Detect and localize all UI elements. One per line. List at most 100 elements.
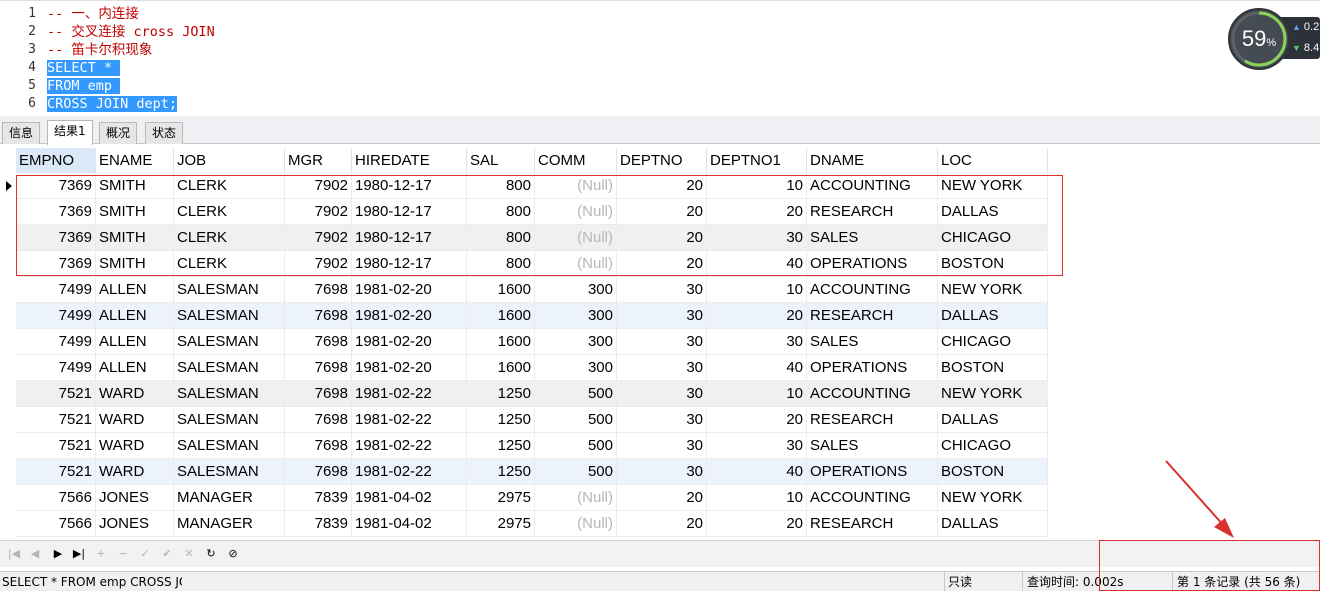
tab-profile[interactable]: 概况 [99,122,138,144]
table-cell[interactable]: SALESMAN [174,355,285,381]
sql-editor[interactable]: 1 2 3 4 5 6 -- 一、内连接 -- 交叉连接 cross JOIN … [0,0,1320,116]
apply-changes-icon[interactable]: ✔ [159,546,175,562]
table-cell[interactable]: 7566 [16,511,96,537]
table-cell[interactable]: 1981-02-20 [352,355,467,381]
table-cell[interactable]: 20 [617,225,707,251]
table-cell[interactable]: 7698 [285,407,352,433]
table-cell[interactable]: 20 [617,251,707,277]
code-line-selected[interactable]: SELECT * [47,59,215,77]
column-header-comm[interactable]: COMM [535,148,617,173]
table-cell[interactable]: 1981-02-20 [352,303,467,329]
table-row[interactable]: 7369 SMITH CLERK 7902 1980-12-17 800 (Null) 20 2… [16,199,1048,225]
table-cell[interactable]: 1980-12-17 [352,251,467,277]
table-cell[interactable]: 1980-12-17 [352,225,467,251]
last-record-icon[interactable]: ▶| [71,546,87,562]
table-cell[interactable]: CHICAGO [938,329,1048,355]
table-cell[interactable]: 1600 [467,277,535,303]
table-cell[interactable]: 30 [617,277,707,303]
table-cell[interactable]: 20 [617,485,707,511]
table-cell[interactable]: ACCOUNTING [807,381,938,407]
table-cell[interactable]: SMITH [96,199,174,225]
table-cell[interactable]: 20 [617,173,707,199]
table-cell[interactable]: 1600 [467,355,535,381]
table-cell[interactable]: JONES [96,485,174,511]
table-cell[interactable]: (Null) [535,225,617,251]
table-cell[interactable]: 30 [617,355,707,381]
table-cell[interactable]: 30 [617,459,707,485]
tab-status[interactable]: 状态 [145,122,184,144]
table-cell[interactable]: 7499 [16,277,96,303]
table-cell[interactable]: 40 [707,459,807,485]
table-cell[interactable]: SALES [807,329,938,355]
table-cell[interactable]: 1981-02-20 [352,329,467,355]
table-row[interactable]: 7521 WARD SALESMAN 7698 1981-02-22 1250 500 30 4… [16,459,1048,485]
table-cell[interactable]: 10 [707,277,807,303]
table-row[interactable]: 7499 ALLEN SALESMAN 7698 1981-02-20 1600 300 30… [16,277,1048,303]
table-cell[interactable]: 20 [707,511,807,537]
table-cell[interactable]: 7698 [285,277,352,303]
table-row[interactable]: 7499 ALLEN SALESMAN 7698 1981-02-20 1600 300 30… [16,355,1048,381]
delete-record-icon[interactable]: − [115,546,131,562]
table-cell[interactable]: 7902 [285,225,352,251]
table-row[interactable]: 7499 ALLEN SALESMAN 7698 1981-02-20 1600 300 30… [16,303,1048,329]
table-cell[interactable]: (Null) [535,251,617,277]
table-cell[interactable]: 1250 [467,407,535,433]
table-cell[interactable]: RESEARCH [807,199,938,225]
table-cell[interactable]: ACCOUNTING [807,173,938,199]
table-cell[interactable]: 1981-02-20 [352,277,467,303]
table-cell[interactable]: 20 [707,199,807,225]
table-cell[interactable]: 7566 [16,485,96,511]
table-cell[interactable]: 7521 [16,459,96,485]
table-cell[interactable]: 10 [707,381,807,407]
tab-result1[interactable]: 结果1 [47,120,93,145]
table-cell[interactable]: 7499 [16,329,96,355]
table-cell[interactable]: SALESMAN [174,459,285,485]
table-cell[interactable]: 1981-04-02 [352,485,467,511]
table-cell[interactable]: 30 [617,433,707,459]
table-cell[interactable]: DALLAS [938,511,1048,537]
table-cell[interactable]: SALESMAN [174,433,285,459]
table-cell[interactable]: RESEARCH [807,407,938,433]
next-record-icon[interactable]: ▶ [50,546,66,562]
table-cell[interactable]: WARD [96,407,174,433]
table-cell[interactable]: NEW YORK [938,277,1048,303]
table-cell[interactable]: ALLEN [96,329,174,355]
table-cell[interactable]: 1980-12-17 [352,173,467,199]
table-cell[interactable]: 10 [707,173,807,199]
table-cell[interactable]: RESEARCH [807,511,938,537]
discard-changes-icon[interactable]: ✕ [181,546,197,562]
table-cell[interactable]: CLERK [174,251,285,277]
column-header-loc[interactable]: LOC [938,148,1048,173]
table-cell[interactable]: OPERATIONS [807,459,938,485]
stop-icon[interactable]: ⊘ [225,546,241,562]
table-cell[interactable]: 7521 [16,407,96,433]
table-cell[interactable]: OPERATIONS [807,251,938,277]
table-cell[interactable]: 7499 [16,355,96,381]
table-cell[interactable]: 20 [707,407,807,433]
table-cell[interactable]: 1981-02-22 [352,381,467,407]
table-cell[interactable]: 30 [617,303,707,329]
table-cell[interactable]: RESEARCH [807,303,938,329]
table-cell[interactable]: 500 [535,381,617,407]
table-cell[interactable]: 1981-02-22 [352,407,467,433]
table-cell[interactable]: (Null) [535,199,617,225]
table-row[interactable]: 7566 JONES MANAGER 7839 1981-04-02 2975 (Null)… [16,511,1048,537]
table-cell[interactable]: JONES [96,511,174,537]
table-cell[interactable]: 300 [535,355,617,381]
table-cell[interactable]: 300 [535,303,617,329]
table-cell[interactable]: NEW YORK [938,381,1048,407]
column-header-hiredate[interactable]: HIREDATE [352,148,467,173]
table-cell[interactable]: BOSTON [938,251,1048,277]
table-cell[interactable]: 1980-12-17 [352,199,467,225]
table-cell[interactable]: 20 [707,303,807,329]
table-cell[interactable]: WARD [96,381,174,407]
table-cell[interactable]: 7902 [285,251,352,277]
table-cell[interactable]: SALESMAN [174,277,285,303]
table-cell[interactable]: CLERK [174,173,285,199]
table-row[interactable]: 7499 ALLEN SALESMAN 7698 1981-02-20 1600 300 30… [16,329,1048,355]
column-header-ename[interactable]: ENAME [96,148,174,173]
table-cell[interactable]: 500 [535,407,617,433]
table-cell[interactable]: 7369 [16,173,96,199]
table-cell[interactable]: 1981-04-02 [352,511,467,537]
table-cell[interactable]: ALLEN [96,277,174,303]
